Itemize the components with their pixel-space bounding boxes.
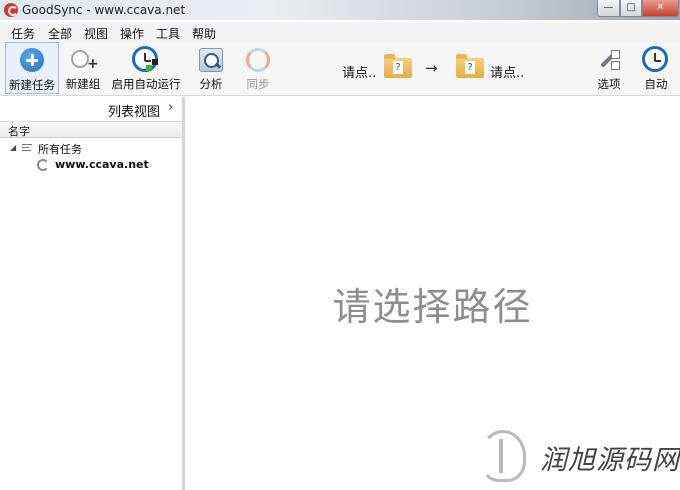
right-folder-icon[interactable]: ? [456, 54, 484, 78]
new-job-label: 新建任务 [9, 78, 55, 92]
column-header-name[interactable]: 名字 [0, 121, 182, 138]
sync-icon [246, 48, 270, 72]
list-icon [22, 143, 32, 152]
window-title: GoodSync - www.ccava.net [22, 3, 186, 17]
watermark: 润旭源码网 [478, 428, 680, 488]
analyze-button[interactable]: 分析 [195, 42, 227, 94]
auto-clock-icon [642, 46, 668, 72]
options-label: 选项 [597, 77, 621, 91]
new-job-button[interactable]: 新建任务 [5, 42, 59, 94]
analyze-icon [199, 48, 223, 72]
tools-icon [597, 48, 621, 72]
enable-auto-label: 启用自动运行 [111, 77, 181, 91]
menu-tools[interactable]: 工具 [156, 25, 180, 42]
menu-action[interactable]: 操作 [120, 25, 144, 42]
tree-item-job[interactable]: www.ccava.net [55, 158, 149, 171]
menu-bar: 任务 全部 视图 操作 工具 帮助 [0, 22, 680, 42]
left-path-selector[interactable]: 请点.. [342, 62, 376, 81]
goodsync-logo-icon [4, 3, 18, 17]
maximize-button[interactable]: □ [620, 0, 642, 17]
toolbar: 新建任务 + 新建组 启用自动运行 分析 同步 选项 自动 [0, 42, 680, 96]
enable-auto-button[interactable]: 启用自动运行 [108, 42, 184, 94]
options-button[interactable]: 选项 [594, 42, 624, 94]
watermark-logo-icon [480, 430, 526, 482]
sync-label: 同步 [246, 77, 270, 91]
auto-button[interactable]: 自动 [640, 42, 672, 94]
tree-collapse-icon[interactable]: ◢ [10, 143, 16, 152]
menu-view[interactable]: 视图 [84, 25, 108, 42]
close-button[interactable]: ✕ [642, 0, 679, 17]
analyze-label: 分析 [199, 77, 223, 91]
auto-label: 自动 [644, 77, 668, 91]
new-group-button[interactable]: + 新建组 [62, 42, 104, 94]
badge-dark-icon [152, 59, 158, 65]
new-group-label: 新建组 [65, 77, 101, 91]
menu-all[interactable]: 全部 [48, 25, 72, 42]
right-path-selector[interactable]: 请点.. [490, 62, 524, 81]
watermark-text: 润旭源码网 [540, 445, 680, 476]
menu-help[interactable]: 帮助 [192, 25, 216, 42]
sync-job-icon [37, 159, 49, 171]
sync-button[interactable]: 同步 [242, 42, 274, 94]
tree-item-all-jobs[interactable]: 所有任务 [38, 141, 82, 157]
badge-green-icon [146, 65, 152, 71]
plus-icon [20, 48, 44, 72]
job-tree-panel [0, 97, 182, 490]
select-path-placeholder: 请选择路径 [332, 285, 533, 329]
menu-task[interactable]: 任务 [11, 25, 35, 42]
chevron-right-icon[interactable]: › [168, 100, 173, 115]
minimize-button[interactable]: — [597, 0, 620, 17]
list-view-toggle[interactable]: 列表视图 [108, 101, 160, 120]
add-group-icon: + [71, 48, 99, 71]
title-bar: GoodSync - www.ccava.net — □ ✕ [0, 0, 680, 20]
left-folder-icon[interactable]: ? [384, 54, 412, 78]
arrow-right-icon: → [425, 59, 438, 77]
